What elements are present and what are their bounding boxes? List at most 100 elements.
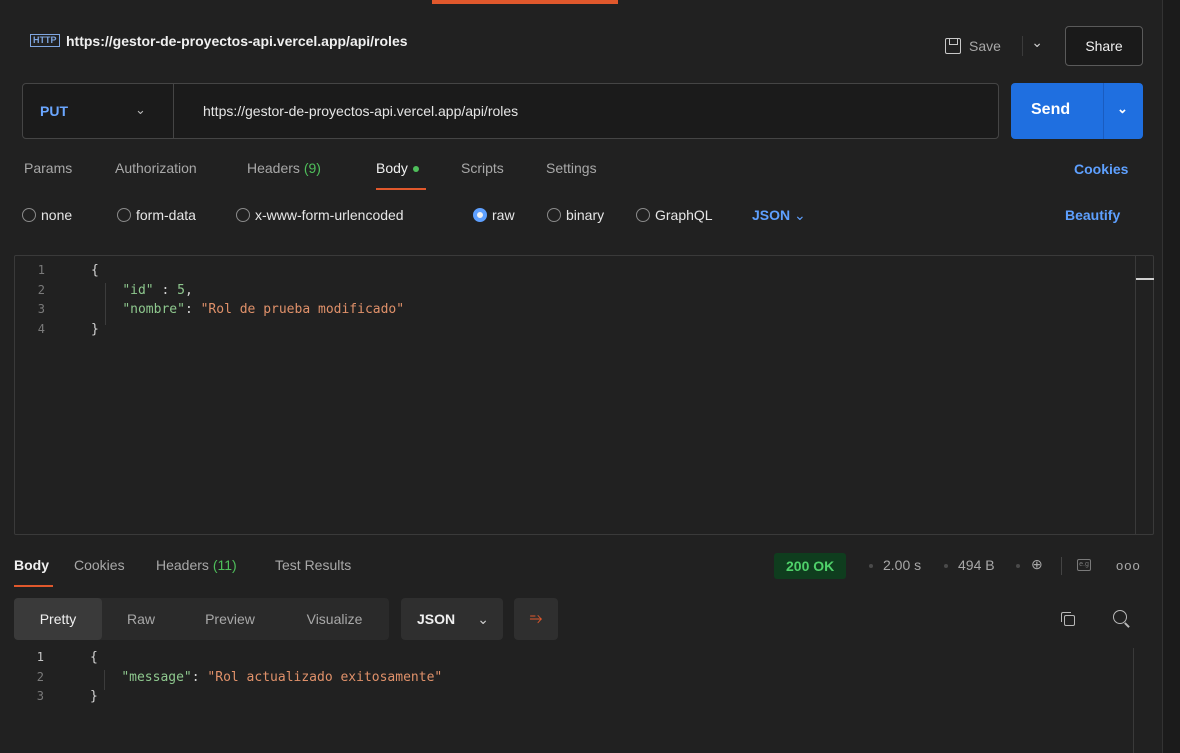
tab-headers-label: Headers — [247, 160, 300, 176]
json-key: "nombre" — [122, 302, 185, 317]
chevron-down-icon[interactable]: ⌄ — [1117, 101, 1128, 117]
search-icon[interactable] — [1113, 610, 1131, 628]
cookies-link[interactable]: Cookies — [1074, 161, 1128, 177]
line-number: 3 — [37, 302, 45, 316]
code-line: } — [90, 687, 442, 707]
radio-none[interactable]: none — [22, 207, 72, 223]
save-divider — [1022, 36, 1023, 56]
tab-scripts[interactable]: Scripts — [461, 160, 504, 176]
response-tab-body[interactable]: Body — [14, 557, 49, 573]
modified-dot-icon — [412, 166, 419, 173]
request-title-bar: HTTP https://gestor-de-proyectos-api.ver… — [0, 6, 1162, 74]
code-content: { "id" : 5, "nombre": "Rol de prueba mod… — [91, 261, 404, 339]
json-value: 5 — [177, 282, 185, 298]
request-body-editor[interactable]: 1 2 3 4 { "id" : 5, "nombre": "Rol de pr… — [14, 255, 1154, 535]
brace: } — [91, 321, 99, 337]
url-input[interactable] — [203, 103, 983, 119]
editor-scrollbar[interactable] — [1135, 256, 1154, 534]
scroll-thumb[interactable] — [1136, 278, 1154, 280]
response-format-label: JSON — [417, 611, 456, 627]
response-tab-test-results[interactable]: Test Results — [275, 557, 351, 573]
tab-body[interactable]: Body — [376, 160, 419, 176]
chevron-down-icon: ⌄ — [794, 207, 806, 223]
radio-graphql[interactable]: GraphQL — [636, 207, 713, 223]
send-divider — [1103, 83, 1104, 139]
radio-raw[interactable]: raw — [473, 207, 515, 223]
view-preview-button[interactable]: Preview — [180, 598, 280, 640]
wrap-lines-icon: ⥱ — [529, 610, 543, 627]
separator-dot — [869, 564, 873, 568]
radio-selected-icon — [473, 208, 487, 222]
code-line: { — [90, 648, 442, 668]
chevron-down-icon[interactable]: ⌄ — [1031, 34, 1043, 51]
status-badge[interactable]: 200 OK — [774, 553, 847, 579]
send-label: Send — [1031, 101, 1071, 118]
response-format-select[interactable]: JSON ⌄ — [401, 598, 503, 640]
code-line: } — [91, 320, 404, 340]
method-divider — [173, 84, 174, 138]
view-pretty-button[interactable]: Pretty — [14, 598, 102, 640]
chevron-down-icon[interactable]: ⌄ — [135, 102, 146, 118]
line-number: 3 — [36, 689, 44, 703]
save-response-icon[interactable]: e.g — [1077, 559, 1091, 571]
tab-underline — [14, 585, 53, 587]
response-size[interactable]: 494 B — [958, 557, 995, 573]
radio-form-data[interactable]: form-data — [117, 207, 196, 223]
request-bar: PUT ⌄ — [22, 83, 999, 139]
send-button[interactable]: Send ⌄ — [1011, 83, 1143, 139]
tab-settings[interactable]: Settings — [546, 160, 597, 176]
save-icon — [945, 38, 961, 54]
response-scrollbar[interactable] — [1133, 648, 1154, 753]
json-sep: : — [191, 669, 208, 685]
tab-underline — [376, 188, 426, 190]
view-visualize-button[interactable]: Visualize — [280, 598, 389, 640]
more-options-icon[interactable]: ooo — [1116, 558, 1141, 573]
radio-raw-label: raw — [492, 207, 515, 223]
line-number: 4 — [37, 321, 45, 336]
response-view-selector: Pretty Raw Preview Visualize — [14, 598, 389, 640]
line-numbers: 1 2 3 4 — [15, 261, 65, 339]
radio-form-data-label: form-data — [136, 207, 196, 223]
json-key: "message" — [121, 669, 192, 685]
radio-circle-icon — [636, 208, 650, 222]
separator-dot — [944, 564, 948, 568]
headers-count: (9) — [303, 160, 321, 176]
response-time[interactable]: 2.00 s — [883, 557, 921, 573]
code-content: { "message": "Rol actualizado exitosamen… — [90, 648, 442, 707]
response-tab-cookies[interactable]: Cookies — [74, 557, 125, 573]
json-key: "id" — [122, 282, 154, 298]
brace: } — [90, 689, 98, 704]
method-selector[interactable]: PUT — [40, 103, 68, 119]
brace: { — [91, 263, 99, 278]
radio-urlencoded-label: x-www-form-urlencoded — [255, 207, 404, 223]
radio-binary[interactable]: binary — [547, 207, 604, 223]
line-number: 1 — [36, 650, 44, 664]
radio-none-label: none — [41, 207, 73, 223]
save-button[interactable]: Save ⌄ — [935, 26, 1053, 66]
code-line: "message": "Rol actualizado exitosamente… — [90, 668, 442, 688]
body-format-select[interactable]: JSON ⌄ — [752, 207, 806, 224]
radio-binary-label: binary — [566, 207, 605, 223]
network-globe-icon[interactable]: ⊕ — [1031, 556, 1043, 573]
response-body-viewer[interactable]: 1 2 3 { "message": "Rol actualizado exit… — [14, 648, 1154, 753]
page-scrollbar[interactable] — [1162, 0, 1180, 753]
response-tab-headers[interactable]: Headers (11) — [156, 557, 237, 573]
tab-headers[interactable]: Headers (9) — [247, 160, 321, 176]
copy-icon[interactable] — [1061, 612, 1075, 626]
save-label: Save — [969, 38, 1001, 54]
radio-circle-icon — [236, 208, 250, 222]
request-title[interactable]: https://gestor-de-proyectos-api.vercel.a… — [66, 33, 408, 49]
radio-graphql-label: GraphQL — [655, 207, 713, 223]
view-raw-button[interactable]: Raw — [102, 598, 180, 640]
radio-urlencoded[interactable]: x-www-form-urlencoded — [236, 207, 404, 223]
response-headers-label: Headers — [156, 557, 209, 573]
json-value: "Rol de prueba modificado" — [200, 302, 405, 317]
separator-dot — [1016, 564, 1020, 568]
beautify-button[interactable]: Beautify — [1065, 207, 1120, 223]
code-line: "id" : 5, — [91, 281, 404, 301]
tab-params[interactable]: Params — [24, 160, 72, 176]
share-button[interactable]: Share — [1065, 26, 1143, 66]
tab-authorization[interactable]: Authorization — [115, 160, 197, 176]
wrap-lines-button[interactable]: ⥱ — [514, 598, 558, 640]
body-format-label: JSON — [752, 207, 791, 223]
